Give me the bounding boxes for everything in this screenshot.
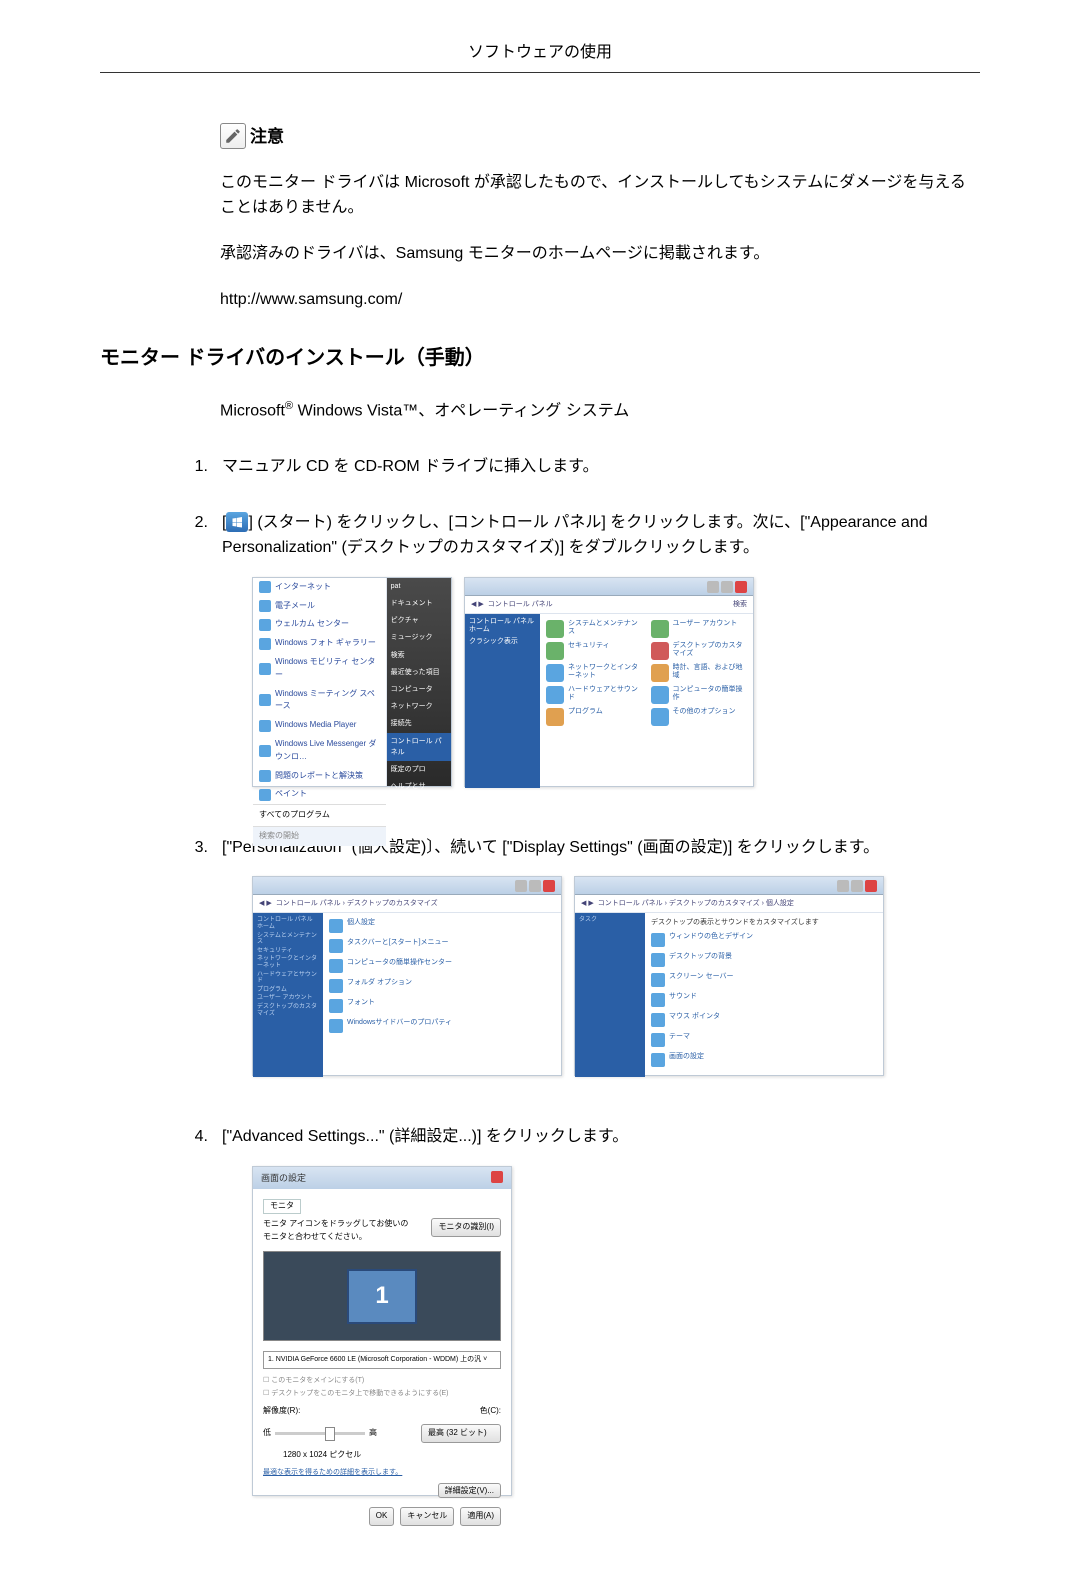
monitor-select: 1. NVIDIA GeForce 6600 LE (Microsoft Cor… bbox=[263, 1351, 501, 1368]
screenshot-display-settings: 画面の設定 モニタ モニタ アイコンをドラッグしてお使いのモニタと合わせてくださ… bbox=[252, 1166, 512, 1496]
monitor-preview: 1 bbox=[263, 1251, 501, 1341]
step-number: 4. bbox=[188, 1124, 208, 1516]
heading-driver-install-manual: モニター ドライバのインストール（手動） bbox=[100, 342, 980, 374]
advanced-settings-button: 詳細設定(V)... bbox=[438, 1483, 501, 1498]
os-line: Microsoft® Windows Vista™、オペレーティング システム bbox=[220, 398, 980, 424]
screenshot-personalization: ◀ ▶コントロール パネル › デスクトップのカスタマイズ › 個人設定 タスク… bbox=[574, 876, 884, 1076]
note-label: 注意 bbox=[250, 123, 284, 150]
ok-button: OK bbox=[369, 1507, 395, 1526]
step-text: マニュアル CD を CD-ROM ドライブに挿入します。 bbox=[222, 454, 980, 480]
screenshot-startmenu: インターネット 電子メール ウェルカム センター Windows フォト ギャラ… bbox=[252, 577, 452, 787]
pencil-note-icon bbox=[220, 123, 246, 149]
step-number: 3. bbox=[188, 835, 208, 1101]
identify-monitor-button: モニタの識別(I) bbox=[431, 1218, 501, 1237]
screenshot-row: ◀ ▶コントロール パネル › デスクトップのカスタマイズ コントロール パネル… bbox=[252, 876, 980, 1076]
page-header-title: ソフトウェアの使用 bbox=[468, 44, 612, 61]
screenshot-appearance: ◀ ▶コントロール パネル › デスクトップのカスタマイズ コントロール パネル… bbox=[252, 876, 562, 1076]
screenshot-control-panel: ◀ ▶コントロール パネル検索 コントロール パネル ホーム クラシック表示 シ… bbox=[464, 577, 754, 787]
apply-button: 適用(A) bbox=[460, 1507, 501, 1526]
windows-start-icon bbox=[226, 512, 248, 532]
step-number: 1. bbox=[188, 454, 208, 486]
cancel-button: キャンセル bbox=[400, 1507, 454, 1526]
page-header: ソフトウェアの使用 bbox=[100, 40, 980, 73]
note-block: 注意 このモニター ドライバは Microsoft が承認したもので、インストー… bbox=[220, 123, 980, 313]
step-text: ["Advanced Settings..." (詳細設定...)] をクリック… bbox=[222, 1124, 980, 1150]
note-paragraph: 承認済みのドライバは、Samsung モニターのホームページに掲載されます。 bbox=[220, 241, 980, 267]
note-paragraph: このモニター ドライバは Microsoft が承認したもので、インストールして… bbox=[220, 170, 980, 221]
note-url: http://www.samsung.com/ bbox=[220, 287, 980, 313]
screenshot-row: インターネット 電子メール ウェルカム センター Windows フォト ギャラ… bbox=[252, 577, 980, 787]
step-number: 2. bbox=[188, 510, 208, 811]
step-text: [] (スタート) をクリックし、[コントロール パネル] をクリックします。次… bbox=[222, 510, 980, 561]
